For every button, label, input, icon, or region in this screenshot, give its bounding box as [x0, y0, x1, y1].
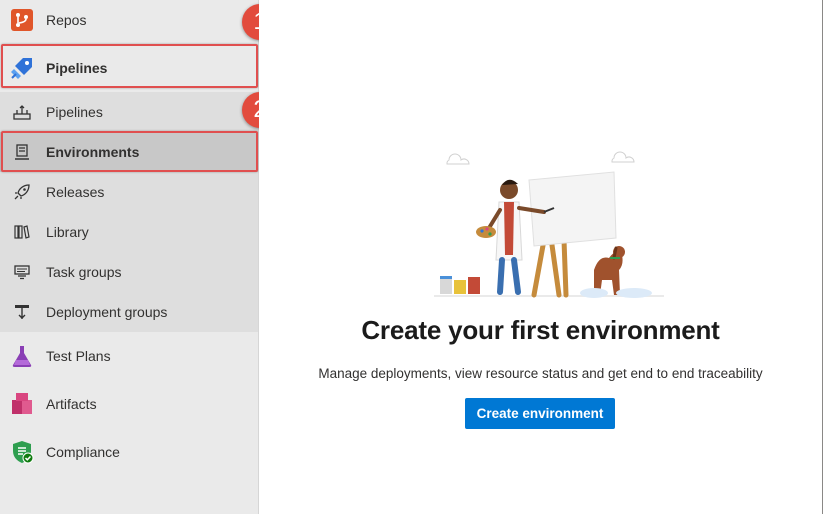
sidebar-item-test-plans[interactable]: Test Plans: [0, 336, 258, 376]
test-plans-icon: [10, 344, 34, 368]
sidebar-item-label: Test Plans: [46, 348, 111, 364]
environments-icon: [13, 143, 31, 161]
deployment-groups-icon: [13, 303, 31, 321]
empty-state-description: Manage deployments, view resource status…: [318, 366, 763, 381]
sidebar-item-label: Pipelines: [46, 104, 103, 120]
sidebar-subitem-deployment-groups[interactable]: Deployment groups: [0, 292, 258, 332]
pipelines-sub-icon: [13, 103, 31, 121]
artifacts-icon: [10, 392, 34, 416]
sidebar-item-pipelines[interactable]: Pipelines: [0, 48, 258, 88]
main-content: Create your first environment Manage dep…: [259, 0, 822, 514]
create-environment-button[interactable]: Create environment: [465, 398, 615, 429]
sidebar-item-label: Environments: [46, 144, 140, 160]
sidebar-item-label: Task groups: [46, 264, 122, 280]
sidebar-subitem-pipelines[interactable]: Pipelines: [0, 92, 258, 132]
sidebar-item-artifacts[interactable]: Artifacts: [0, 384, 258, 424]
releases-icon: [13, 183, 31, 201]
sidebar-subitem-library[interactable]: Library: [0, 212, 258, 252]
sidebar-item-label: Repos: [46, 12, 87, 28]
sidebar-item-compliance[interactable]: Compliance: [0, 432, 258, 472]
sidebar-item-label: Deployment groups: [46, 304, 168, 320]
sidebar-subitem-task-groups[interactable]: Task groups: [0, 252, 258, 292]
sidebar-subitem-environments[interactable]: Environments: [0, 132, 258, 172]
library-icon: [13, 223, 31, 241]
compliance-icon: [10, 440, 34, 464]
sidebar-item-label: Library: [46, 224, 89, 240]
sidebar-item-label: Artifacts: [46, 396, 97, 412]
pipelines-icon: [10, 56, 34, 80]
sidebar-item-label: Compliance: [46, 444, 120, 460]
sidebar-item-label: Pipelines: [46, 60, 108, 76]
sidebar-item-label: Releases: [46, 184, 105, 200]
sidebar-subitem-releases[interactable]: Releases: [0, 172, 258, 212]
repos-icon: [10, 8, 34, 32]
sidebar-item-repos[interactable]: Repos: [0, 0, 258, 40]
sidebar: Repos Pipelines Pipelines Environments R…: [0, 0, 259, 514]
page-title: Create your first environment: [361, 315, 720, 345]
empty-state-illustration: [434, 130, 664, 300]
task-groups-icon: [13, 263, 31, 281]
